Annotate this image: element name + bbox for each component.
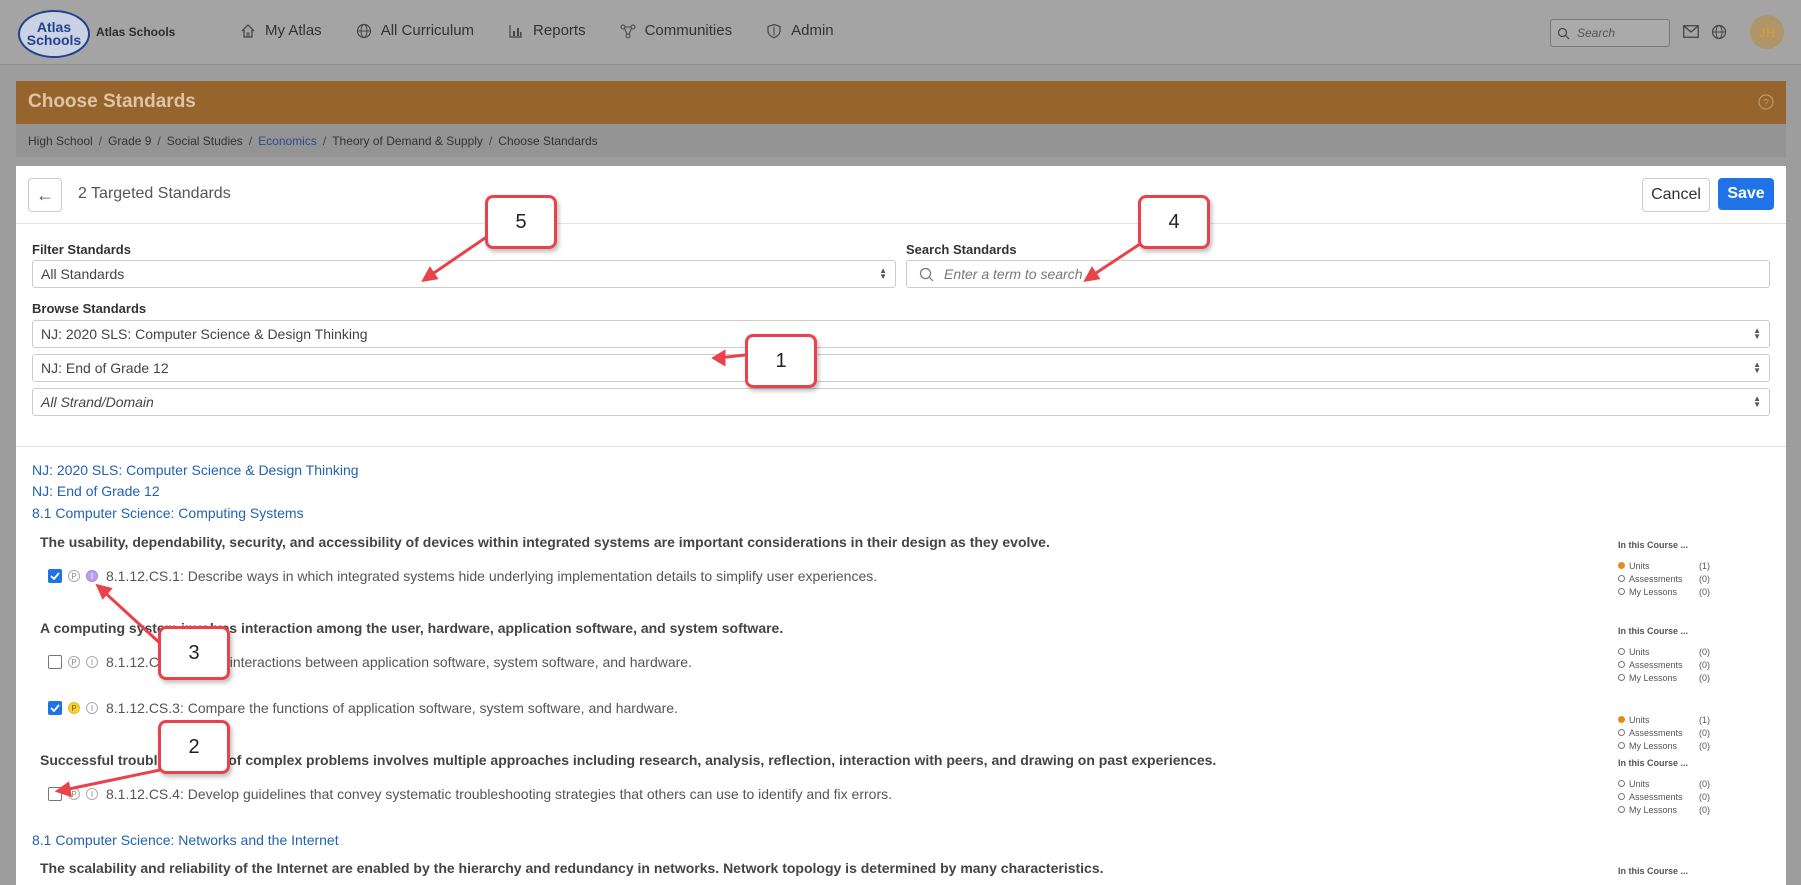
callout-4: 4 [1138, 195, 1210, 249]
callout-3: 3 [158, 626, 230, 680]
callout-2: 2 [158, 720, 230, 774]
callout-arrows [54, 234, 1141, 798]
callout-5: 5 [485, 195, 557, 249]
callout-1: 1 [745, 334, 817, 388]
